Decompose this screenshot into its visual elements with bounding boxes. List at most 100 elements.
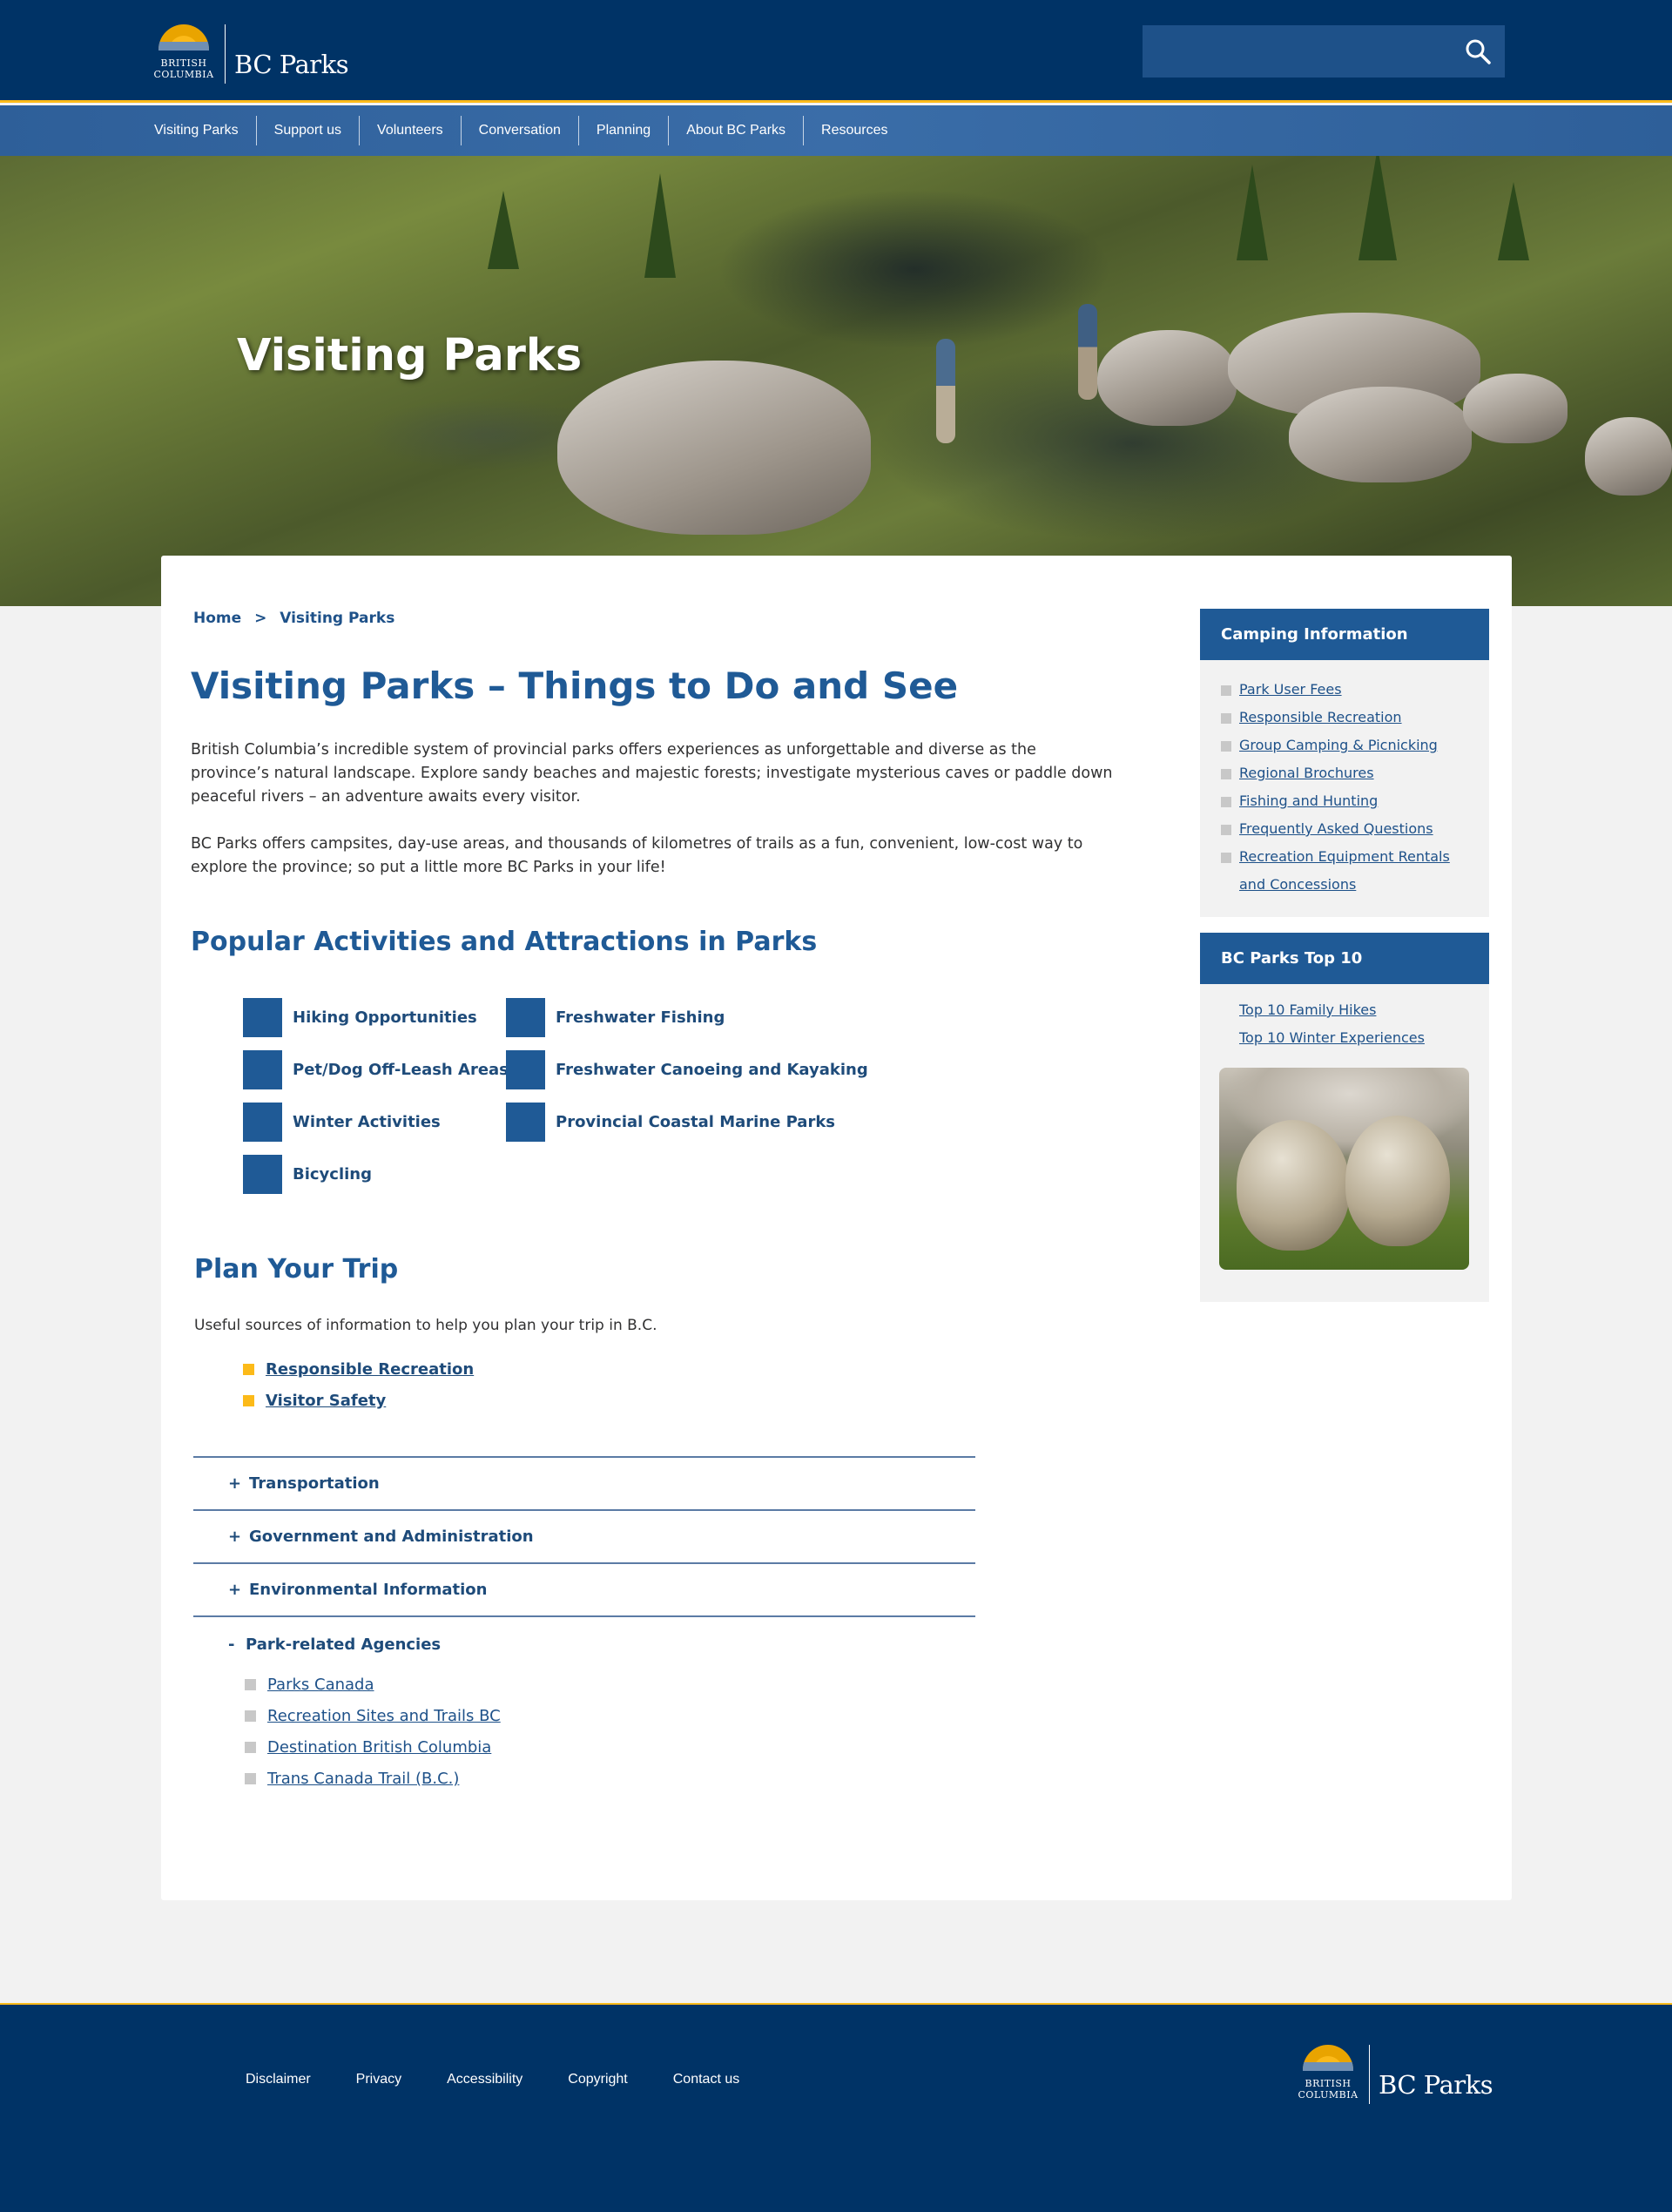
bc-sun-icon: BRITISH COLUMBIA xyxy=(152,23,216,85)
search-bar xyxy=(1143,25,1505,78)
nav-item-conversation[interactable]: Conversation xyxy=(462,116,579,145)
activity-icon xyxy=(506,1103,545,1142)
sidebar-link-family-hikes[interactable]: Top 10 Family Hikes xyxy=(1239,996,1489,1024)
footer-link-copyright[interactable]: Copyright xyxy=(568,2072,627,2087)
link-label: Park User Fees xyxy=(1239,681,1342,698)
sidebar-link-park-user-fees[interactable]: Park User Fees xyxy=(1221,676,1489,704)
nav-item-volunteers[interactable]: Volunteers xyxy=(360,116,462,145)
accordion-transportation[interactable]: + Transportation xyxy=(193,1456,975,1509)
nav-item-planning[interactable]: Planning xyxy=(579,116,670,145)
marmots-photo xyxy=(1219,1068,1469,1270)
sidebar-link-responsible-recreation[interactable]: Responsible Recreation xyxy=(1221,704,1489,732)
breadcrumb-home[interactable]: Home xyxy=(193,610,241,627)
footer-link-privacy[interactable]: Privacy xyxy=(356,2072,401,2087)
accordion-label: Government and Administration xyxy=(249,1527,534,1546)
footer-link-disclaimer[interactable]: Disclaimer xyxy=(246,2072,311,2087)
bullet-icon xyxy=(1221,741,1231,752)
agency-rec-sites-trails[interactable]: Recreation Sites and Trails BC xyxy=(245,1707,501,1725)
plan-trip-heading: Plan Your Trip xyxy=(194,1254,399,1285)
activity-icon xyxy=(506,1050,545,1089)
intro-paragraph-1: British Columbia’s incredible system of … xyxy=(191,741,1113,806)
activity-pet-off-leash[interactable]: Pet/Dog Off-Leash Areas xyxy=(243,1050,509,1089)
accordion-label: Environmental Information xyxy=(249,1581,488,1599)
breadcrumb: Home > Visiting Parks xyxy=(193,610,402,627)
bullet-icon xyxy=(1221,769,1231,779)
hiker-figure xyxy=(936,339,955,443)
accordion-label: Park-related Agencies xyxy=(246,1635,442,1654)
agency-destination-bc[interactable]: Destination British Columbia xyxy=(245,1738,491,1757)
activity-label: Pet/Dog Off-Leash Areas xyxy=(293,1061,509,1079)
accordion-environmental[interactable]: + Environmental Information xyxy=(193,1562,975,1615)
boulder xyxy=(1463,374,1568,443)
sidebar-link-fishing-hunting[interactable]: Fishing and Hunting xyxy=(1221,787,1489,815)
logo-line1: BRITISH xyxy=(1305,2078,1352,2089)
logo-line2: COLUMBIA xyxy=(153,69,214,80)
activity-icon xyxy=(243,1155,282,1194)
agency-parks-canada[interactable]: Parks Canada xyxy=(245,1676,374,1694)
tree-shape xyxy=(1358,156,1397,260)
breadcrumb-current[interactable]: Visiting Parks xyxy=(280,610,394,627)
bullet-icon xyxy=(245,1710,256,1722)
sidebar-camping-info: Camping Information Park User Fees Respo… xyxy=(1200,609,1489,917)
link-label: and Concessions xyxy=(1239,876,1357,893)
link-label: Regional Brochures xyxy=(1239,765,1374,781)
boulder xyxy=(1097,330,1237,426)
activity-label: Freshwater Canoeing and Kayaking xyxy=(556,1061,868,1079)
bullet-icon xyxy=(245,1773,256,1784)
activity-label: Bicycling xyxy=(293,1165,373,1184)
bullet-icon xyxy=(245,1679,256,1690)
sidebar-link-winter-experiences[interactable]: Top 10 Winter Experiences xyxy=(1239,1024,1489,1052)
link-label: Trans Canada Trail (B.C.) xyxy=(267,1770,460,1788)
accordion-government[interactable]: + Government and Administration xyxy=(193,1509,975,1562)
accordion-park-agencies[interactable]: - Park-related Agencies xyxy=(193,1615,975,1672)
nav-item-support-us[interactable]: Support us xyxy=(257,116,361,145)
activity-canoeing-kayaking[interactable]: Freshwater Canoeing and Kayaking xyxy=(506,1050,868,1089)
logo-name: BC Parks xyxy=(1379,2070,1493,2100)
bullet-icon xyxy=(1221,825,1231,835)
search-input[interactable] xyxy=(1143,25,1456,78)
footer-link-contact[interactable]: Contact us xyxy=(673,2072,739,2087)
activity-label: Winter Activities xyxy=(293,1113,441,1131)
agency-trans-canada-trail[interactable]: Trans Canada Trail (B.C.) xyxy=(245,1770,459,1788)
activity-bicycling[interactable]: Bicycling xyxy=(243,1155,372,1194)
link-responsible-recreation[interactable]: Responsible Recreation xyxy=(243,1360,474,1379)
nav-item-resources[interactable]: Resources xyxy=(804,116,905,145)
page-title: Visiting Parks – Things to Do and See xyxy=(191,664,959,707)
link-label: Responsible Recreation xyxy=(266,1360,475,1379)
bc-parks-logo[interactable]: BRITISH COLUMBIA BC Parks xyxy=(152,23,349,85)
sidebar-link-equipment-rentals[interactable]: Recreation Equipment Rentals xyxy=(1221,843,1489,871)
accordion-label: Transportation xyxy=(249,1474,380,1493)
nav-item-visiting-parks[interactable]: Visiting Parks xyxy=(137,116,257,145)
activity-winter[interactable]: Winter Activities xyxy=(243,1103,441,1142)
camping-links: Park User Fees Responsible Recreation Gr… xyxy=(1200,660,1489,899)
activity-label: Hiking Opportunities xyxy=(293,1008,477,1027)
nav-item-about[interactable]: About BC Parks xyxy=(669,116,805,145)
top10-heading: BC Parks Top 10 xyxy=(1200,933,1489,984)
logo-divider xyxy=(1369,2045,1370,2104)
sidebar-link-regional-brochures[interactable]: Regional Brochures xyxy=(1221,759,1489,787)
footer-link-accessibility[interactable]: Accessibility xyxy=(447,2072,522,2087)
top10-links: Top 10 Family Hikes Top 10 Winter Experi… xyxy=(1200,984,1489,1052)
activity-icon xyxy=(243,998,282,1037)
activity-freshwater-fishing[interactable]: Freshwater Fishing xyxy=(506,998,725,1037)
activity-icon xyxy=(506,998,545,1037)
site-footer: Disclaimer Privacy Accessibility Copyrig… xyxy=(0,2003,1672,2212)
link-label: Frequently Asked Questions xyxy=(1239,820,1433,837)
link-visitor-safety[interactable]: Visitor Safety xyxy=(243,1392,386,1410)
link-label: Recreation Equipment Rentals xyxy=(1239,848,1450,865)
activity-label: Freshwater Fishing xyxy=(556,1008,725,1027)
activity-coastal-marine-parks[interactable]: Provincial Coastal Marine Parks xyxy=(506,1103,835,1142)
boulder xyxy=(1289,387,1472,482)
logo-name: BC Parks xyxy=(234,50,349,79)
sidebar-link-group-camping[interactable]: Group Camping & Picnicking xyxy=(1221,732,1489,759)
sidebar-link-faq[interactable]: Frequently Asked Questions xyxy=(1221,815,1489,843)
footer-bc-parks-logo[interactable]: BRITISH COLUMBIA BC Parks xyxy=(1296,2043,1493,2106)
search-icon[interactable] xyxy=(1465,38,1491,64)
activity-hiking[interactable]: Hiking Opportunities xyxy=(243,998,477,1037)
bullet-icon xyxy=(1221,853,1231,863)
sidebar-link-equipment-rentals-cont[interactable]: and Concessions xyxy=(1221,871,1489,899)
tree-shape xyxy=(644,173,676,278)
link-label: Visitor Safety xyxy=(266,1392,387,1410)
marmot-shape xyxy=(1237,1120,1350,1251)
expand-icon: + xyxy=(228,1527,242,1546)
